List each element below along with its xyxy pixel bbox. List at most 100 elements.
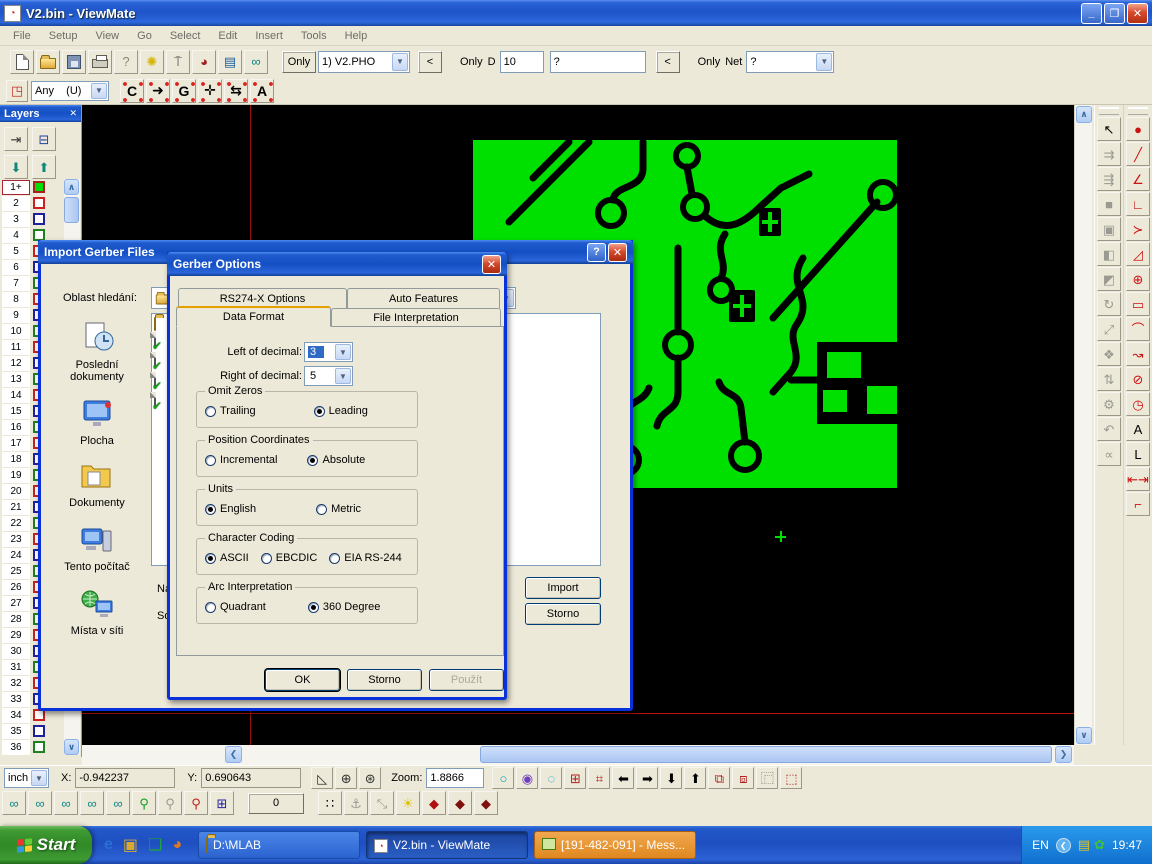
tab-data-format[interactable]: Data Format [176, 306, 331, 327]
units-combo[interactable]: inch▼ [4, 768, 49, 788]
right-of-decimal-combo[interactable]: 5▼ [304, 366, 353, 386]
draw-arc3-button[interactable]: ⊘ [1126, 367, 1150, 391]
context-help-button[interactable]: ? [114, 50, 138, 74]
draw-sector-button[interactable]: ◷ [1126, 392, 1150, 416]
chevron-down-icon[interactable]: ▼ [335, 368, 351, 384]
layer-row-35[interactable]: 35 [2, 723, 64, 739]
apply-button[interactable]: Použít [429, 669, 504, 691]
options-close-button[interactable]: ✕ [482, 255, 501, 274]
view-planes-button[interactable]: ∞ [54, 791, 78, 815]
move-layer-up-button[interactable]: ⬆ [32, 155, 56, 179]
tab-rs274x[interactable]: RS274-X Options [178, 288, 347, 308]
zoom-value-input[interactable]: 1.8866 [426, 768, 484, 788]
table-window-button[interactable]: ⊞ [210, 791, 234, 815]
copy-to-layer-button[interactable]: ⇶ [1097, 167, 1121, 191]
select-dots-button[interactable]: ⬚ [780, 767, 802, 789]
layer-color-swatch[interactable] [33, 741, 45, 753]
place-recent-documents[interactable]: Poslední dokumenty [51, 321, 143, 383]
chevron-down-icon[interactable]: ▼ [335, 344, 351, 360]
toolbar-grip[interactable] [1099, 107, 1119, 115]
import-cancel-button[interactable]: Storno [525, 603, 601, 625]
radio-eia-rs-244[interactable]: EIA RS-244 [329, 552, 401, 564]
close-layers-button[interactable]: ✕ [69, 108, 77, 119]
place-network-places[interactable]: Místa v síti [51, 589, 143, 637]
pan-down-button[interactable]: ⬇ [660, 767, 682, 789]
ok-button[interactable]: OK [265, 669, 340, 691]
tray-chevron-button[interactable]: ❮ [1056, 838, 1071, 853]
restore-button[interactable]: ❐ [1104, 3, 1125, 24]
layer-row-2[interactable]: 2 [2, 195, 64, 211]
radio-ebcdic[interactable]: EBCDIC [261, 552, 318, 564]
menu-edit[interactable]: Edit [209, 27, 246, 45]
left-of-decimal-combo[interactable]: 3▼ [304, 342, 353, 362]
menu-select[interactable]: Select [161, 27, 210, 45]
vertical-scrollbar[interactable]: ∧ ∨ [1074, 105, 1092, 745]
draw-label-button[interactable]: L [1126, 442, 1150, 466]
task--191-482-091-mess-[interactable]: [191-482-091] - Mess... [534, 831, 696, 859]
place-documents[interactable]: Dokumenty [51, 463, 143, 509]
tab-file-interpretation[interactable]: File Interpretation [331, 308, 501, 327]
layer-color-swatch[interactable] [33, 725, 45, 737]
folder-quicklaunch-icon[interactable]: ▣ [123, 835, 138, 855]
trace-mode-button[interactable]: ➜ [146, 79, 170, 103]
layers-scroll-down-button[interactable]: ∨ [64, 739, 79, 755]
locate-point-icon[interactable]: ⊛ [359, 767, 381, 789]
radio-360-degree[interactable]: 360 Degree [308, 601, 381, 613]
rotate-button[interactable]: ↻ [1097, 292, 1121, 316]
zoom-tool-button[interactable]: ○ [492, 767, 514, 789]
grid-cross-button[interactable]: ⌗ [588, 767, 610, 789]
prev-layer-button[interactable]: < [418, 51, 442, 73]
view-outline-button[interactable]: ∞ [80, 791, 104, 815]
radio-trailing[interactable]: Trailing [205, 405, 256, 417]
place-desktop[interactable]: Plocha [51, 399, 143, 447]
menu-insert[interactable]: Insert [246, 27, 292, 45]
layers-scroll-up-button[interactable]: ∧ [64, 179, 79, 195]
layer-color-swatch[interactable] [33, 197, 45, 209]
scale-button[interactable]: ⤢ [1097, 317, 1121, 341]
new-document-button[interactable] [10, 50, 34, 74]
highlight-off-button[interactable]: ⚲ [158, 791, 182, 815]
move-to-layer-button[interactable]: ⇉ [1097, 142, 1121, 166]
dcode-dot1-button[interactable]: ◆ [422, 791, 446, 815]
draw-arc-button[interactable]: ⌒ [1126, 317, 1150, 341]
anchor-button[interactable]: ⚓ [344, 791, 368, 815]
select-area-button[interactable]: ⿸ [756, 767, 778, 789]
view-all-button[interactable]: ∞ [106, 791, 130, 815]
start-button[interactable]: Start [0, 826, 92, 864]
join-traces-button[interactable]: ∝ [1097, 442, 1121, 466]
prev-d-button[interactable]: < [656, 51, 680, 73]
layer-row-36[interactable]: 36 [2, 739, 64, 755]
layer-row-3[interactable]: 3 [2, 211, 64, 227]
task-d-mlab[interactable]: D:\MLAB [198, 831, 360, 859]
probe-button[interactable]: ⚲ [184, 791, 208, 815]
scroll-down-button[interactable]: ∨ [1076, 727, 1092, 744]
select-circle-button[interactable]: ◕ [192, 50, 216, 74]
net-combo[interactable]: ?▼ [746, 51, 834, 73]
x-coordinate-field[interactable]: -0.942237 [75, 768, 175, 788]
menu-help[interactable]: Help [336, 27, 377, 45]
component-view-button[interactable]: ⍑ [166, 50, 190, 74]
chevron-down-icon[interactable]: ▼ [31, 770, 47, 786]
measure-angle-icon[interactable]: ◺ [311, 767, 333, 789]
horizontal-scrollbar[interactable]: ❮ ❯ [82, 745, 1074, 765]
draw-circle-center-button[interactable]: ⊕ [1126, 267, 1150, 291]
draw-polyline-button[interactable]: ∠ [1126, 167, 1150, 191]
center-origin-icon[interactable]: ⊕ [335, 767, 357, 789]
settings-gear-button[interactable]: ⚙ [1097, 392, 1121, 416]
dcode-sun-button[interactable]: ☀ [396, 791, 420, 815]
highlight-marker-button[interactable]: ◳ [6, 80, 28, 102]
swap-mode-button[interactable]: ⇆ [224, 79, 248, 103]
snap-move-button[interactable]: ⇅ [1097, 367, 1121, 391]
fill-rect-button[interactable]: ▣ [1097, 217, 1121, 241]
zoom-in-button[interactable]: ◉ [516, 767, 538, 789]
open-file-button[interactable] [36, 50, 60, 74]
book-quicklaunch-icon[interactable]: ❏ [148, 835, 162, 855]
draw-curve-button[interactable]: ↝ [1126, 342, 1150, 366]
dcode-dot2-button[interactable]: ◆ [448, 791, 472, 815]
fill-polygon-button[interactable]: ■ [1097, 192, 1121, 216]
draw-rect-pad-button[interactable]: ▭ [1126, 292, 1150, 316]
view-options-button[interactable]: ∞ [244, 50, 268, 74]
pan-up-button[interactable]: ⬆ [684, 767, 706, 789]
flash-mode-button[interactable]: ✛ [198, 79, 222, 103]
menu-go[interactable]: Go [128, 27, 161, 45]
